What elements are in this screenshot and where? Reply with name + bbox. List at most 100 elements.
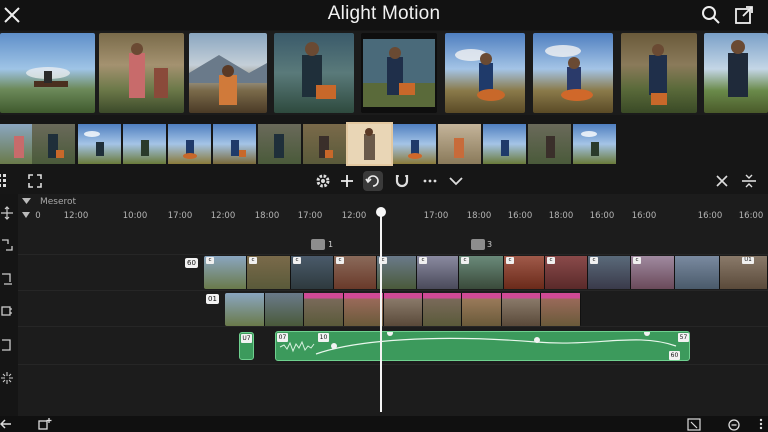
editor-toolbar <box>0 168 768 194</box>
frame-thumbnail[interactable] <box>168 124 211 164</box>
layer-copy-icon[interactable] <box>0 304 14 318</box>
audio-badge: 60 <box>669 351 680 360</box>
timeline-panel: Meserot 0 12:00 10:00 17:00 12:00 18:00 … <box>0 194 768 416</box>
track-divider <box>18 364 768 365</box>
loop-icon[interactable] <box>363 171 383 191</box>
audio-badge: 07 <box>277 333 288 342</box>
gear-icon[interactable] <box>313 171 333 191</box>
video-clip[interactable]: c c c c c c c c c c c U1 <box>204 256 768 289</box>
search-icon[interactable] <box>701 5 721 25</box>
frame-thumbnail[interactable] <box>393 124 436 164</box>
frame-thumbnail[interactable] <box>528 124 571 164</box>
track-divider <box>18 326 768 327</box>
link-icon[interactable] <box>0 238 14 252</box>
clip-badge: U1 <box>742 257 754 264</box>
frame-thumbnail[interactable] <box>303 124 346 164</box>
ruler-tick: 18:00 <box>548 211 574 221</box>
track-divider <box>18 254 768 255</box>
media-thumbnail[interactable] <box>621 33 697 113</box>
audio-clip[interactable]: U7 <box>239 332 254 360</box>
grid-icon[interactable] <box>0 171 16 191</box>
audio-badge: 10 <box>318 333 329 342</box>
ruler-tick: 12:00 <box>341 211 367 221</box>
track-badge: 01 <box>206 294 219 304</box>
media-thumbnail[interactable] <box>445 33 525 113</box>
audio-badge: 57 <box>678 333 689 342</box>
audio-badge: U7 <box>241 334 252 343</box>
ruler-tick: 0 <box>35 211 41 221</box>
keyframe-dot <box>331 343 337 349</box>
ruler-triangle-icon <box>22 212 30 218</box>
media-thumbnail[interactable] <box>0 33 95 113</box>
audio-clip-keyframed[interactable]: 07 10 57 60 <box>275 331 690 361</box>
fullscreen-icon[interactable] <box>687 417 701 431</box>
timeline-marker[interactable] <box>311 239 325 250</box>
ruler-tick: 16:00 <box>697 211 723 221</box>
media-thumbnail[interactable] <box>361 33 437 113</box>
app-title: Alight Motion <box>327 3 441 24</box>
frame-thumbnail[interactable] <box>32 124 75 164</box>
clip-badge: c <box>419 257 427 264</box>
clip-badge: c <box>461 257 469 264</box>
time-ruler[interactable]: 0 12:00 10:00 17:00 12:00 18:00 17:00 12… <box>18 208 768 222</box>
media-thumbnail-strip <box>0 31 768 115</box>
share-icon[interactable] <box>734 5 754 25</box>
ruler-tick: 17:00 <box>167 211 193 221</box>
frame-thumbnail[interactable] <box>78 124 121 164</box>
move-icon[interactable] <box>0 206 14 220</box>
more-icon[interactable] <box>754 417 768 431</box>
track-divider <box>18 290 768 291</box>
media-thumbnail[interactable] <box>99 33 184 113</box>
video-clip-overlay[interactable] <box>225 293 581 326</box>
frame-thumbnail-selected[interactable] <box>346 122 393 166</box>
ruler-tick: 10:00 <box>122 211 148 221</box>
ruler-tick: 12:00 <box>210 211 236 221</box>
track-badge: 60 <box>185 258 198 268</box>
bottom-bar <box>0 416 768 432</box>
clip-badge: c <box>336 257 344 264</box>
ruler-tick: 17:00 <box>297 211 323 221</box>
clip-badge: c <box>590 257 598 264</box>
frame-icon[interactable] <box>0 338 14 352</box>
keyframe-dot <box>644 332 650 336</box>
layer-icon[interactable] <box>0 272 14 286</box>
media-thumbnail[interactable] <box>704 33 768 113</box>
split-icon[interactable] <box>739 171 759 191</box>
frame-thumbnail[interactable] <box>573 124 616 164</box>
more-icon[interactable] <box>420 171 440 191</box>
zoom-out-icon[interactable] <box>727 417 741 431</box>
frame-thumbnail[interactable] <box>483 124 526 164</box>
arrow-left-icon[interactable] <box>0 417 14 431</box>
magnet-icon[interactable] <box>392 171 412 191</box>
clip-badge: c <box>547 257 555 264</box>
frame-thumbnail-strip <box>0 122 768 166</box>
media-thumbnail[interactable] <box>274 33 354 113</box>
frame-thumbnail[interactable] <box>438 124 481 164</box>
clip-badge: c <box>506 257 514 264</box>
audio-waveform <box>279 332 677 355</box>
keyframe-dot <box>534 337 540 343</box>
frame-thumbnail[interactable] <box>213 124 256 164</box>
timeline-label: Meserot <box>40 197 77 207</box>
chevron-down-icon[interactable] <box>446 171 466 191</box>
clip-badge: c <box>206 257 214 264</box>
playhead[interactable] <box>380 210 382 412</box>
timeline-collapse-icon[interactable] <box>22 198 31 204</box>
media-thumbnail[interactable] <box>189 33 267 113</box>
clip-badge: c <box>249 257 257 264</box>
timeline-marker[interactable] <box>471 239 485 250</box>
collapse-icon[interactable] <box>712 171 732 191</box>
plus-icon[interactable] <box>337 171 357 191</box>
ruler-tick: 16:00 <box>738 211 764 221</box>
ruler-tick: 18:00 <box>254 211 280 221</box>
frame-thumbnail[interactable] <box>123 124 166 164</box>
marker-label: 3 <box>487 240 493 249</box>
crop-icon[interactable] <box>25 171 45 191</box>
clip-badge: c <box>293 257 301 264</box>
frame-thumbnail[interactable] <box>258 124 301 164</box>
playhead-handle[interactable] <box>376 207 386 217</box>
ruler-tick: 18:00 <box>466 211 492 221</box>
effects-icon[interactable] <box>0 371 14 385</box>
add-layer-icon[interactable] <box>38 417 52 431</box>
media-thumbnail[interactable] <box>533 33 613 113</box>
